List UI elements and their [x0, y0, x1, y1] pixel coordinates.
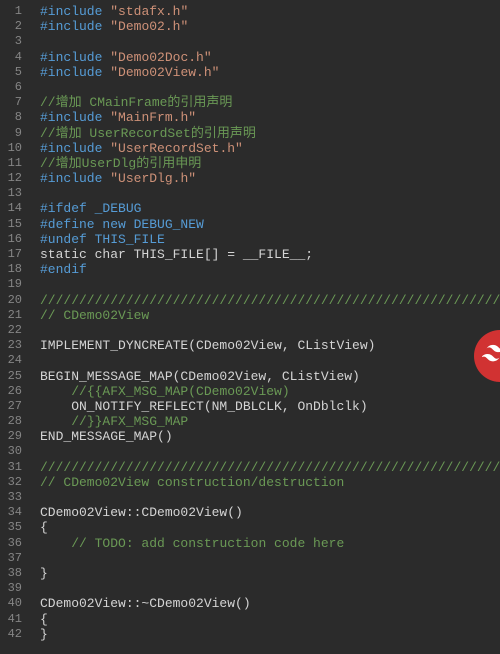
code-line[interactable]: END_MESSAGE_MAP() — [40, 429, 500, 444]
code-line[interactable] — [40, 34, 500, 49]
code-line[interactable]: BEGIN_MESSAGE_MAP(CDemo02View, CListView… — [40, 369, 500, 384]
line-number: 26 — [6, 384, 22, 399]
code-line[interactable] — [40, 353, 500, 368]
line-number: 14 — [6, 201, 22, 216]
code-line[interactable]: //{{AFX_MSG_MAP(CDemo02View) — [40, 384, 500, 399]
line-number: 31 — [6, 460, 22, 475]
code-line[interactable]: ////////////////////////////////////////… — [40, 460, 500, 475]
line-number: 32 — [6, 475, 22, 490]
line-number: 1 — [6, 4, 22, 19]
line-number: 19 — [6, 277, 22, 292]
code-line[interactable] — [40, 323, 500, 338]
line-number: 36 — [6, 536, 22, 551]
code-line[interactable]: #include "UserDlg.h" — [40, 171, 500, 186]
line-number: 21 — [6, 308, 22, 323]
code-line[interactable] — [40, 444, 500, 459]
logo-icon — [482, 343, 500, 369]
line-number: 10 — [6, 141, 22, 156]
line-number: 24 — [6, 353, 22, 368]
line-number: 38 — [6, 566, 22, 581]
code-line[interactable]: #undef THIS_FILE — [40, 232, 500, 247]
code-editor[interactable]: 1234567891011121314151617181920212223242… — [0, 0, 500, 654]
code-line[interactable]: { — [40, 520, 500, 535]
code-line[interactable]: } — [40, 627, 500, 642]
code-line[interactable]: #include "Demo02.h" — [40, 19, 500, 34]
line-number: 7 — [6, 95, 22, 110]
code-line[interactable] — [40, 551, 500, 566]
code-line[interactable]: IMPLEMENT_DYNCREATE(CDemo02View, CListVi… — [40, 338, 500, 353]
line-number: 4 — [6, 50, 22, 65]
line-number: 42 — [6, 627, 22, 642]
line-number: 16 — [6, 232, 22, 247]
line-number: 15 — [6, 217, 22, 232]
code-line[interactable] — [40, 490, 500, 505]
line-number: 33 — [6, 490, 22, 505]
line-number: 28 — [6, 414, 22, 429]
code-line[interactable]: //增加UserDlg的引用申明 — [40, 156, 500, 171]
line-number: 12 — [6, 171, 22, 186]
code-line[interactable]: //}}AFX_MSG_MAP — [40, 414, 500, 429]
code-line[interactable]: CDemo02View::CDemo02View() — [40, 505, 500, 520]
line-number: 30 — [6, 444, 22, 459]
code-line[interactable]: // CDemo02View construction/destruction — [40, 475, 500, 490]
code-line[interactable] — [40, 581, 500, 596]
line-number: 9 — [6, 126, 22, 141]
code-line[interactable] — [40, 277, 500, 292]
line-number: 18 — [6, 262, 22, 277]
line-number: 6 — [6, 80, 22, 95]
line-number: 25 — [6, 369, 22, 384]
line-number: 2 — [6, 19, 22, 34]
line-number-gutter: 1234567891011121314151617181920212223242… — [0, 0, 32, 654]
line-number: 5 — [6, 65, 22, 80]
code-line[interactable]: // CDemo02View — [40, 308, 500, 323]
code-line[interactable]: #endif — [40, 262, 500, 277]
line-number: 34 — [6, 505, 22, 520]
line-number: 29 — [6, 429, 22, 444]
line-number: 20 — [6, 293, 22, 308]
line-number: 13 — [6, 186, 22, 201]
line-number: 39 — [6, 581, 22, 596]
line-number: 8 — [6, 110, 22, 125]
line-number: 17 — [6, 247, 22, 262]
code-area[interactable]: #include "stdafx.h"#include "Demo02.h" #i… — [32, 0, 500, 654]
code-line[interactable] — [40, 80, 500, 95]
line-number: 22 — [6, 323, 22, 338]
line-number: 40 — [6, 596, 22, 611]
code-line[interactable]: } — [40, 566, 500, 581]
code-line[interactable]: #include "stdafx.h" — [40, 4, 500, 19]
code-line[interactable]: #include "Demo02Doc.h" — [40, 50, 500, 65]
code-line[interactable]: ////////////////////////////////////////… — [40, 293, 500, 308]
line-number: 11 — [6, 156, 22, 171]
code-line[interactable]: // TODO: add construction code here — [40, 536, 500, 551]
line-number: 35 — [6, 520, 22, 535]
code-line[interactable]: #include "Demo02View.h" — [40, 65, 500, 80]
line-number: 27 — [6, 399, 22, 414]
code-line[interactable]: //增加 UserRecordSet的引用声明 — [40, 126, 500, 141]
code-line[interactable] — [40, 186, 500, 201]
line-number: 3 — [6, 34, 22, 49]
line-number: 41 — [6, 612, 22, 627]
code-line[interactable]: CDemo02View::~CDemo02View() — [40, 596, 500, 611]
code-line[interactable]: #include "MainFrm.h" — [40, 110, 500, 125]
code-line[interactable]: //增加 CMainFrame的引用声明 — [40, 95, 500, 110]
code-line[interactable]: #define new DEBUG_NEW — [40, 217, 500, 232]
code-line[interactable]: #ifdef _DEBUG — [40, 201, 500, 216]
code-line[interactable]: ON_NOTIFY_REFLECT(NM_DBLCLK, OnDblclk) — [40, 399, 500, 414]
code-line[interactable]: #include "UserRecordSet.h" — [40, 141, 500, 156]
code-line[interactable]: { — [40, 612, 500, 627]
line-number: 37 — [6, 551, 22, 566]
line-number: 23 — [6, 338, 22, 353]
code-line[interactable]: static char THIS_FILE[] = __FILE__; — [40, 247, 500, 262]
